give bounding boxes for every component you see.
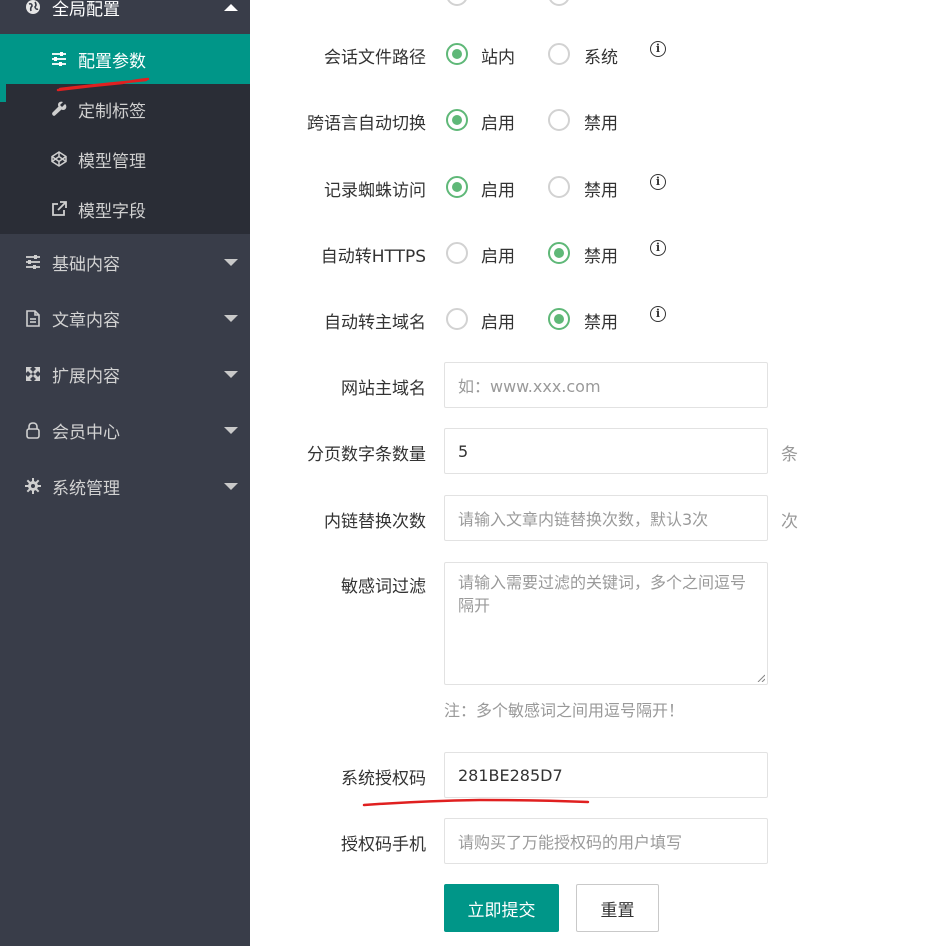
lang-switch-radio-disable[interactable] — [548, 109, 570, 131]
gear-icon — [24, 477, 42, 495]
globe-icon — [24, 0, 42, 16]
chevron-down-icon — [224, 370, 238, 378]
auto-domain-radio-enable[interactable] — [446, 308, 468, 330]
session-path-label: 会话文件路径 — [324, 48, 426, 68]
sidebar-menu-article-content[interactable]: 文章内容 — [0, 290, 250, 346]
sidebar-menu-basic-content[interactable]: 基础内容 — [0, 234, 250, 290]
sidebar-item-config-params[interactable]: 配置参数 — [0, 34, 250, 84]
lang-switch-radio-enable[interactable] — [446, 109, 468, 131]
main-domain-label: 网站主域名 — [341, 379, 426, 399]
sidebar-menu-system-manage[interactable]: 系统管理 — [0, 458, 250, 514]
chevron-up-icon — [224, 3, 238, 11]
license-code-input[interactable]: 281BE285D7 — [444, 752, 768, 798]
sidebar-item-model-fields[interactable]: 模型字段 — [0, 184, 250, 234]
sidebar-submenu: 配置参数 定制标签 模型管理 模型字段 — [0, 34, 250, 234]
session-path-radio-system[interactable] — [548, 43, 570, 65]
annotation-underline — [362, 798, 590, 807]
info-icon[interactable]: i — [650, 240, 666, 256]
user-icon — [24, 421, 42, 439]
license-phone-label: 授权码手机 — [341, 835, 426, 855]
radio-partial[interactable] — [548, 0, 570, 6]
spider-log-radio-disable[interactable] — [548, 176, 570, 198]
reset-button[interactable]: 重置 — [576, 884, 659, 932]
sidebar-group-label: 全局配置 — [52, 0, 120, 20]
document-icon — [24, 309, 42, 327]
session-path-radio-internal[interactable] — [446, 43, 468, 65]
auto-https-label: 自动转HTTPS — [320, 247, 426, 267]
inner-link-label: 内链替换次数 — [324, 512, 426, 532]
spider-log-radio-enable[interactable] — [446, 176, 468, 198]
sidebar-menu-label: 基础内容 — [52, 254, 120, 275]
radio-label: 启用 — [481, 313, 515, 333]
radio-label: 禁用 — [584, 181, 618, 201]
radio-label: 系统 — [584, 48, 618, 68]
radio-label: 禁用 — [584, 247, 618, 267]
sidebar-menu-label: 会员中心 — [52, 422, 120, 443]
page-size-unit: 条 — [781, 445, 798, 465]
page-size-input[interactable]: 5 — [444, 428, 768, 474]
radio-label: 启用 — [481, 181, 515, 201]
codepen-icon — [50, 150, 68, 168]
sliders-icon — [50, 50, 68, 68]
chevron-down-icon — [224, 426, 238, 434]
sidebar-item-label: 定制标签 — [78, 101, 146, 122]
radio-label: 站内 — [481, 48, 515, 68]
lang-switch-label: 跨语言自动切换 — [307, 114, 426, 134]
inner-link-input[interactable]: 请输入文章内链替换次数，默认3次 — [444, 495, 768, 541]
auto-domain-radio-disable[interactable] — [548, 308, 570, 330]
sensitive-words-note: 注：多个敏感词之间用逗号隔开！ — [444, 701, 685, 720]
chevron-down-icon — [224, 314, 238, 322]
sidebar-item-custom-tags[interactable]: 定制标签 — [0, 84, 250, 134]
info-icon[interactable]: i — [650, 174, 666, 190]
resize-grip-icon[interactable] — [757, 674, 765, 682]
main-domain-input[interactable]: 如：www.xxx.com — [444, 362, 768, 408]
radio-label: 禁用 — [584, 313, 618, 333]
textarea-placeholder: 请输入需要过滤的关键词，多个之间逗号隔开 — [458, 573, 747, 615]
license-code-label: 系统授权码 — [341, 769, 426, 789]
sidebar-menu-member-center[interactable]: 会员中心 — [0, 402, 250, 458]
active-indicator — [0, 84, 6, 102]
sidebar-menu-label: 扩展内容 — [52, 366, 120, 387]
radio-label: 启用 — [481, 114, 515, 134]
radio-label: 禁用 — [584, 114, 618, 134]
spider-log-label: 记录蜘蛛访问 — [324, 181, 426, 201]
wrench-icon — [50, 100, 68, 118]
sensitive-words-label: 敏感词过滤 — [341, 577, 426, 597]
chevron-down-icon — [224, 482, 238, 490]
sidebar-item-label: 模型管理 — [78, 151, 146, 172]
sensitive-words-textarea[interactable]: 请输入需要过滤的关键词，多个之间逗号隔开 — [444, 562, 768, 685]
sidebar-item-label: 配置参数 — [78, 51, 146, 72]
external-link-icon — [50, 200, 68, 218]
page-size-label: 分页数字条数量 — [307, 445, 426, 465]
chevron-down-icon — [224, 258, 238, 266]
sliders-icon — [24, 253, 42, 271]
sidebar-item-model-manage[interactable]: 模型管理 — [0, 134, 250, 184]
radio-label: 启用 — [481, 247, 515, 267]
submit-button[interactable]: 立即提交 — [444, 884, 559, 932]
auto-domain-label: 自动转主域名 — [324, 313, 426, 333]
sidebar-group-global-config[interactable]: 全局配置 — [0, 0, 250, 24]
auto-https-radio-enable[interactable] — [446, 242, 468, 264]
auto-https-radio-disable[interactable] — [548, 242, 570, 264]
sidebar-menu-extended-content[interactable]: 扩展内容 — [0, 346, 250, 402]
license-phone-input[interactable]: 请购买了万能授权码的用户填写 — [444, 818, 768, 864]
sidebar-menu-label: 文章内容 — [52, 310, 120, 331]
sidebar-menu-label: 系统管理 — [52, 478, 120, 499]
info-icon[interactable]: i — [650, 306, 666, 322]
info-icon[interactable]: i — [650, 41, 666, 57]
sidebar: 全局配置 配置参数 定制标签 模型管理 模型字段 基础内容 文章内容 扩展内容 … — [0, 0, 250, 946]
inner-link-unit: 次 — [781, 512, 798, 532]
expand-icon — [24, 365, 42, 383]
sidebar-item-label: 模型字段 — [78, 201, 146, 222]
radio-partial[interactable] — [446, 0, 468, 6]
